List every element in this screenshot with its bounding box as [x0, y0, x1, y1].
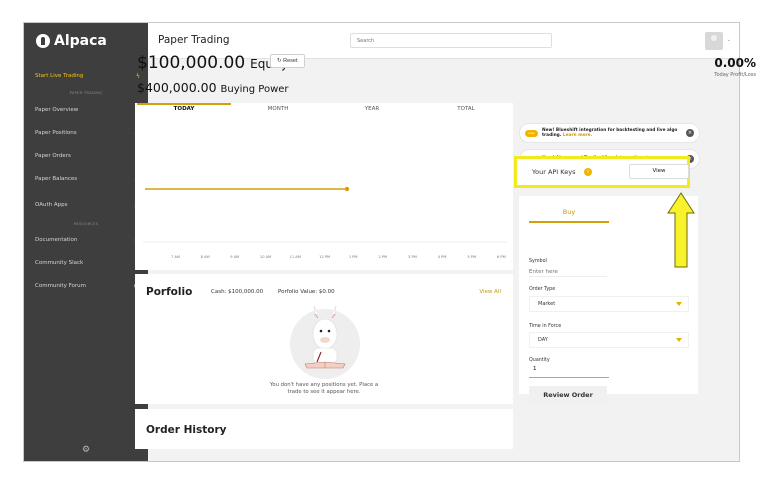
sidebar-item-paper-orders[interactable]: Paper Orders ▮	[35, 149, 140, 163]
equity-amount: $100,000.00	[137, 53, 246, 73]
chevron-down-icon	[676, 338, 682, 342]
empty-positions-line-2: trade to see it appear here.	[287, 389, 361, 395]
empty-positions-message: You don't have any positions yet. Place …	[249, 382, 399, 396]
buying-power-summary: $400,000.00 Buying Power	[137, 80, 289, 95]
view-all-link[interactable]: View All	[479, 289, 501, 295]
x-tick-label: 1 PM	[348, 255, 358, 259]
reset-label: Reset	[283, 58, 298, 64]
new-badge: new	[525, 129, 538, 137]
sidebar-item-label: Documentation	[35, 237, 78, 243]
avatar[interactable]	[705, 32, 723, 50]
logo-text: Alpaca	[54, 33, 107, 49]
sidebar-item-oauth-apps[interactable]: OAuth Apps ▦	[35, 198, 140, 212]
time-in-force-select[interactable]: DAY	[529, 332, 689, 348]
page-title: Paper Trading	[158, 34, 230, 46]
equity-line-chart	[143, 186, 507, 243]
search-input[interactable]	[350, 33, 552, 48]
equity-chart-card: TODAY MONTH YEAR TOTAL 7 AM 8 AM 9 AM 10 AM…	[135, 103, 513, 270]
profit-loss-percent: 0.00%	[714, 56, 756, 70]
notice-text: New! Blueshift integration for backtesti…	[542, 128, 682, 139]
sidebar-item-community-slack[interactable]: Community Slack #	[35, 256, 140, 270]
empty-positions-line-1: You don't have any positions yet. Place …	[269, 382, 379, 388]
learn-more-link[interactable]: Learn more.	[563, 133, 592, 138]
x-tick-label: 10 AM	[259, 255, 272, 259]
portfolio-title: Porfolio	[146, 286, 193, 298]
quantity-input[interactable]: 1	[529, 366, 609, 378]
equity-series-endpoint	[344, 186, 350, 192]
x-tick-label: 6 PM	[497, 255, 506, 259]
sidebar: Alpaca Start Live Trading ϟ PAPER TRADIN…	[24, 23, 148, 461]
chevron-down-icon	[676, 302, 682, 306]
symbol-input[interactable]	[529, 267, 607, 277]
portfolio-value: Porfolio Value: $0.00	[278, 289, 335, 295]
order-type-select[interactable]: Market	[529, 296, 689, 312]
quantity-label: Quantity	[529, 358, 550, 363]
sidebar-item-label: Start Live Trading	[35, 73, 84, 79]
gear-icon[interactable]: ⚙	[82, 445, 90, 455]
close-icon[interactable]: ×	[686, 129, 694, 137]
sidebar-item-documentation[interactable]: Documentation ▤	[35, 233, 140, 247]
chart-marks	[145, 186, 350, 192]
order-type-value: Market	[538, 301, 556, 307]
info-icon[interactable]: i	[584, 168, 592, 176]
sidebar-item-label: Community Forum	[35, 283, 87, 289]
sidebar-item-label: Paper Balances	[35, 176, 78, 182]
view-api-keys-button[interactable]: View	[629, 164, 689, 179]
x-tick-label: 9 AM	[230, 255, 240, 259]
sidebar-item-label: OAuth Apps	[35, 202, 68, 208]
symbol-label: Symbol	[529, 259, 547, 264]
x-tick-label: 4 PM	[437, 255, 447, 259]
reset-button[interactable]: ↻ Reset	[270, 54, 305, 68]
sidebar-item-label: Paper Overview	[35, 107, 79, 113]
x-tick-label: 12 PM	[319, 255, 331, 259]
sidebar-item-paper-positions[interactable]: Paper Positions ▬	[35, 126, 140, 140]
portfolio-cash: Cash: $100,000.00	[211, 289, 264, 295]
order-type-label: Order Type	[529, 287, 556, 292]
up-arrow-annotation	[667, 192, 695, 268]
sidebar-item-paper-overview[interactable]: Paper Overview ⌂	[35, 103, 140, 117]
time-in-force-value: DAY	[538, 337, 548, 343]
sidebar-item-paper-balances[interactable]: Paper Balances ▬	[35, 172, 140, 186]
api-keys-label: Your API Keys	[532, 168, 576, 176]
api-keys-panel: Your API Keys i View	[514, 156, 690, 188]
buying-power-amount: $400,000.00	[137, 80, 217, 95]
order-history-card: Order History	[135, 409, 513, 449]
alpaca-logo[interactable]: Alpaca	[36, 33, 107, 49]
sidebar-item-start-live-trading[interactable]: Start Live Trading ϟ	[35, 69, 140, 83]
time-in-force-label: Time in Force	[529, 324, 562, 329]
sidebar-item-label: Paper Orders	[35, 153, 71, 159]
chevron-down-icon[interactable]: ⌄	[727, 37, 731, 43]
portfolio-card: Porfolio Cash: $100,000.00 Porfolio Valu…	[135, 274, 513, 404]
sidebar-section-paper-trading: PAPER TRADING	[69, 91, 103, 95]
x-tick-label: 8 AM	[200, 255, 210, 259]
review-order-button[interactable]: Review Order	[529, 386, 607, 404]
sidebar-item-community-forum[interactable]: Community Forum ☻	[35, 279, 140, 293]
x-tick-label: 5 PM	[467, 255, 477, 259]
equity-summary: $100,000.00 Equity	[137, 53, 288, 73]
sidebar-item-label: Paper Positions	[35, 130, 77, 136]
x-tick-label: 2 PM	[378, 255, 388, 259]
notice-blueshift[interactable]: new New! Blueshift integration for backt…	[519, 123, 700, 143]
tab-buy[interactable]: Buy	[529, 208, 609, 223]
sidebar-section-resources: RESOURCES	[73, 222, 99, 226]
sidebar-item-label: Community Slack	[35, 260, 84, 266]
llama-illustration	[290, 305, 360, 379]
bolt-icon: ϟ	[136, 72, 140, 80]
x-tick-label: 3 PM	[408, 255, 417, 259]
buying-power-label: Buying Power	[220, 84, 289, 95]
profit-loss-label: Today Profit/Loss	[714, 72, 756, 78]
order-history-title: Order History	[146, 424, 227, 436]
x-tick-label: 7 AM	[171, 255, 180, 259]
x-tick-label: 11 AM	[289, 255, 301, 259]
alpaca-logo-icon	[36, 34, 50, 48]
